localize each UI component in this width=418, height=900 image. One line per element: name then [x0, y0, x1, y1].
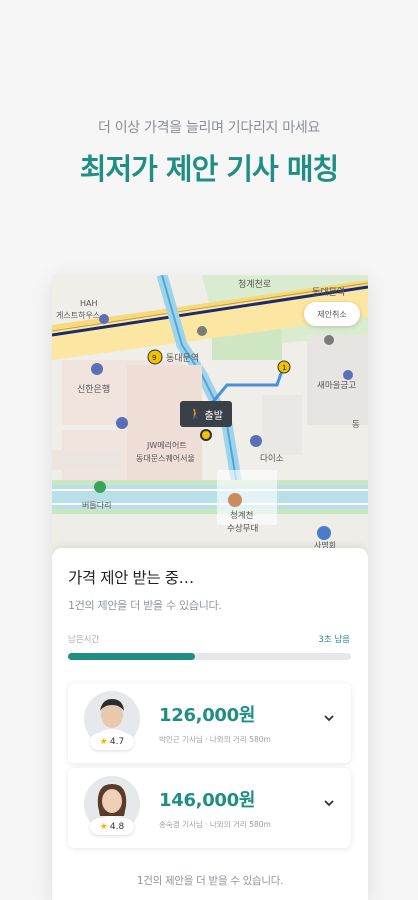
walk-icon: 🚶 — [189, 408, 202, 420]
map-label-saemaeul: 새마을금고 — [317, 381, 356, 391]
offer-card[interactable]: ★ 4.7 126,000원 박인근 기사님 · 나와의 거리 580m — [68, 683, 351, 763]
offer-meta: 송숙경 기사님 · 나와의 거리 580m — [159, 820, 271, 829]
map-label-pasture: 버들다리 — [82, 500, 111, 510]
sheet-footer-note: 1건의 제안을 더 받을 수 있습니다. — [136, 875, 284, 887]
map-label-jw: JW메리어트 — [146, 440, 187, 450]
map-label-jw2: 동대문스퀘어서울 — [136, 453, 195, 463]
sheet-subtitle: 1건의 제안을 더 받을 수 있습니다. — [68, 599, 222, 612]
map-label-guesthouse: 게스트하우스 — [56, 310, 100, 320]
offer-sheet: 가격 제안 받는 중… 1건의 제안을 더 받을 수 있습니다. 남은시간 3초… — [52, 548, 368, 900]
map-label-station-num1: 9 — [152, 354, 156, 362]
map-label-stage: 수상무대 — [227, 523, 258, 534]
remaining-time-value: 3초 남음 — [318, 635, 350, 645]
rating-value: 4.8 — [109, 821, 125, 832]
offer-price: 146,000원 — [159, 790, 256, 811]
cancel-offer-button[interactable]: 제안취소 — [304, 302, 360, 326]
time-progress-fill — [68, 653, 196, 660]
map-label-station: 동대문역 — [166, 353, 199, 364]
chevron-down-icon[interactable] — [322, 711, 336, 725]
offer-meta: 박인근 기사님 · 나와의 거리 580m — [159, 735, 271, 744]
time-progress-bar — [68, 653, 351, 660]
depart-label: 출발 — [204, 410, 223, 422]
phone-screen: 청계천로 동대문역 HAH 게스트하우스 동대문역 9 1 신한은행 새마을금고… — [52, 275, 368, 900]
driver-rating: ★ 4.7 — [90, 733, 134, 750]
chevron-down-icon[interactable] — [322, 796, 336, 810]
driver-rating: ★ 4.8 — [90, 818, 134, 835]
map-label-station-num2: 1 — [282, 364, 286, 372]
depart-bubble: 🚶 출발 — [180, 401, 232, 427]
sheet-title: 가격 제안 받는 중… — [68, 569, 194, 587]
map-label-station-right: 동대문역 — [312, 287, 345, 298]
star-icon: ★ — [99, 821, 108, 832]
map-view[interactable]: 청계천로 동대문역 HAH 게스트하우스 동대문역 9 1 신한은행 새마을금고… — [52, 275, 368, 565]
offer-card[interactable]: ★ 4.8 146,000원 송숙경 기사님 · 나와의 거리 580m — [68, 768, 351, 848]
rating-value: 4.7 — [109, 736, 125, 747]
remaining-time-label: 남은시간 — [68, 635, 100, 645]
map-label-daiso: 다이소 — [260, 453, 284, 464]
depart-marker: 🚶 출발 — [180, 401, 232, 441]
map-label-hah: HAH — [80, 299, 98, 308]
star-icon: ★ — [99, 736, 108, 747]
map-label-top-road: 청계천로 — [238, 278, 271, 290]
map-label-cheonggye: 청계천 — [230, 510, 253, 521]
promo-headline: 최저가 제안 기사 매칭 — [79, 152, 339, 186]
offer-price: 126,000원 — [159, 705, 256, 726]
depart-pin-icon — [200, 429, 212, 441]
promo-subtitle: 더 이상 가격을 늘리며 기다리지 마세요 — [97, 120, 321, 136]
map-label-dong: 동 — [352, 420, 360, 430]
map-label-shinhan: 신한은행 — [77, 383, 110, 395]
